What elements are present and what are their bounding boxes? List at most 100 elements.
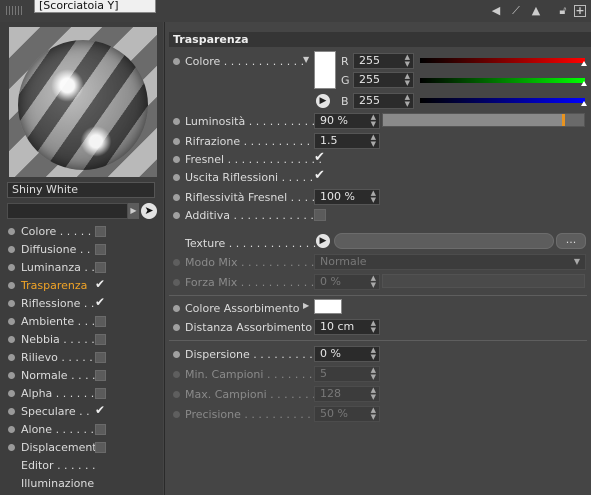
channel-trasparenza[interactable]: Trasparenza ✔ [8,277,158,295]
channel-label-group: Speculare . . [21,405,90,418]
channel-nebbia[interactable]: Nebbia . . . . . [8,331,158,349]
max-campioni-label: Max. Campioni . . . . . . . . [173,388,323,401]
panel-divider[interactable] [164,22,165,495]
r-slider[interactable] [420,58,585,63]
channel-label: Normale [21,369,68,382]
channel-checkbox[interactable] [95,442,106,453]
channel-alone[interactable]: Alone . . . . . . [8,421,158,439]
channel-label: Luminanza [21,261,81,274]
colore-assorbimento-swatch[interactable] [314,299,342,314]
material-selector-arrow-icon[interactable]: ▶ [128,203,139,219]
texture-menu-button[interactable]: ▶ [316,234,330,248]
channel-checkbox[interactable] [95,370,106,381]
fresnel-checkbox[interactable]: ✔ [314,150,325,165]
color-menu-triangle-icon[interactable]: ▼ [303,55,309,64]
b-slider[interactable] [420,98,585,103]
colore-assorbimento-label: Colore Assorbimento [173,302,300,315]
channel-label: Diffusione [21,243,77,256]
channel-riflessione[interactable]: Riflessione . . ✔ [8,295,158,313]
channel-alpha[interactable]: Alpha . . . . . . [8,385,158,403]
color-swatch[interactable] [314,51,336,89]
keyframe-dot-icon[interactable] [173,58,180,65]
keyframe-dot-icon[interactable] [173,156,180,163]
arrow-back-icon[interactable]: ◀ [490,5,502,17]
channel-label-group: Alone . . . . . . [21,423,94,436]
luminosita-slider-handle[interactable] [561,114,565,126]
keyframe-dot-icon[interactable] [173,212,180,219]
preview-sphere [18,40,148,170]
material-preview[interactable] [9,27,157,177]
luminosita-field[interactable]: 90 % ▲ ▼ [314,113,380,129]
r-slider-handle[interactable] [581,61,587,66]
keyframe-dot-icon[interactable] [173,305,180,312]
b-field[interactable]: 255 ▲ ▼ [353,93,414,109]
channel-speculare[interactable]: Speculare . . ✔ [8,403,158,421]
min-campioni-field[interactable]: 5 ▲ ▼ [314,366,380,382]
nav-arrow-icon[interactable]: ⟋ [506,5,526,17]
channel-rilievo[interactable]: Rilievo . . . . . [8,349,158,367]
channel-normale[interactable]: Normale . . . . [8,367,158,385]
keyframe-dot-icon[interactable] [173,194,180,201]
luminosita-slider[interactable] [382,113,585,127]
channel-displacement[interactable]: Displacement [8,439,158,457]
channel-luminanza[interactable]: Luminanza . . [8,259,158,277]
channel-dots: . . [79,405,90,418]
texture-field[interactable] [334,233,554,249]
color-mode-button[interactable]: ▶ [316,94,330,108]
r-label: R [341,55,349,68]
channel-colore[interactable]: Colore . . . . . [8,223,158,241]
precisione-field[interactable]: 50 % ▲ ▼ [314,406,380,422]
texture-browse-button[interactable]: ... [556,233,586,249]
lock-icon[interactable]: 🔓︎ [557,5,569,17]
channel-checkbox[interactable]: ✔ [95,295,105,309]
channel-checkbox[interactable] [95,388,106,399]
channel-editor[interactable]: Editor . . . . . . [21,459,96,472]
channel-ambiente[interactable]: Ambiente . . . [8,313,158,331]
fresnel-label: Fresnel . . . . . . . . . . . . . . [173,153,322,166]
channel-checkbox[interactable] [95,262,106,273]
channel-dot-icon [8,444,15,451]
channel-checkbox[interactable] [95,352,106,363]
pick-cursor-icon[interactable]: ➤ [141,203,157,219]
keyframe-dot-icon[interactable] [173,174,180,181]
forza-mix-slider[interactable] [382,274,585,288]
max-campioni-field[interactable]: 128 ▲ ▼ [314,386,380,402]
arrow-up-icon[interactable]: ▲ [530,5,542,17]
add-icon[interactable]: + [574,5,586,17]
separator [169,340,587,341]
channel-checkbox[interactable] [95,226,106,237]
material-selector-field[interactable] [7,203,128,219]
channel-label-group: Diffusione . . [21,243,90,256]
keyframe-dot-icon[interactable] [173,118,180,125]
expand-triangle-icon[interactable]: ▶ [303,301,309,310]
keyframe-dot-icon[interactable] [173,138,180,145]
modo-mix-dropdown[interactable]: Normale ▼ [314,254,586,270]
b-label: B [341,95,349,108]
channel-checkbox[interactable] [95,424,106,435]
channel-checkbox[interactable]: ✔ [95,403,105,417]
b-slider-handle[interactable] [581,101,587,106]
channel-label: Riflessione [21,297,81,310]
g-slider[interactable] [420,78,585,83]
uscita-riflessioni-checkbox[interactable]: ✔ [314,168,325,183]
dispersione-field[interactable]: 0 % ▲ ▼ [314,346,380,362]
r-field[interactable]: 255 ▲ ▼ [353,53,414,69]
channel-checkbox[interactable]: ✔ [95,277,105,291]
forza-mix-field[interactable]: 0 % ▲ ▼ [314,274,380,290]
material-name[interactable]: Shiny White [7,182,155,198]
channel-checkbox[interactable] [95,316,106,327]
distanza-assorbimento-field[interactable]: 10 cm ▲ ▼ [314,319,380,335]
channel-illuminazione[interactable]: Illuminazione [21,477,94,490]
channel-diffusione[interactable]: Diffusione . . [8,241,158,259]
panel-grip-icon[interactable] [6,6,22,15]
channel-checkbox[interactable] [95,244,106,255]
channel-checkbox[interactable] [95,334,106,345]
rifrazione-field[interactable]: 1.5 ▲ ▼ [314,133,380,149]
riflessivita-fresnel-field[interactable]: 100 % ▲ ▼ [314,189,380,205]
g-slider-handle[interactable] [581,81,587,86]
precisione-label: Precisione . . . . . . . . . . . [173,408,318,421]
keyframe-dot-icon[interactable] [173,324,180,331]
additiva-checkbox[interactable] [314,209,326,221]
keyframe-dot-icon[interactable] [173,351,180,358]
g-field[interactable]: 255 ▲ ▼ [353,72,414,88]
